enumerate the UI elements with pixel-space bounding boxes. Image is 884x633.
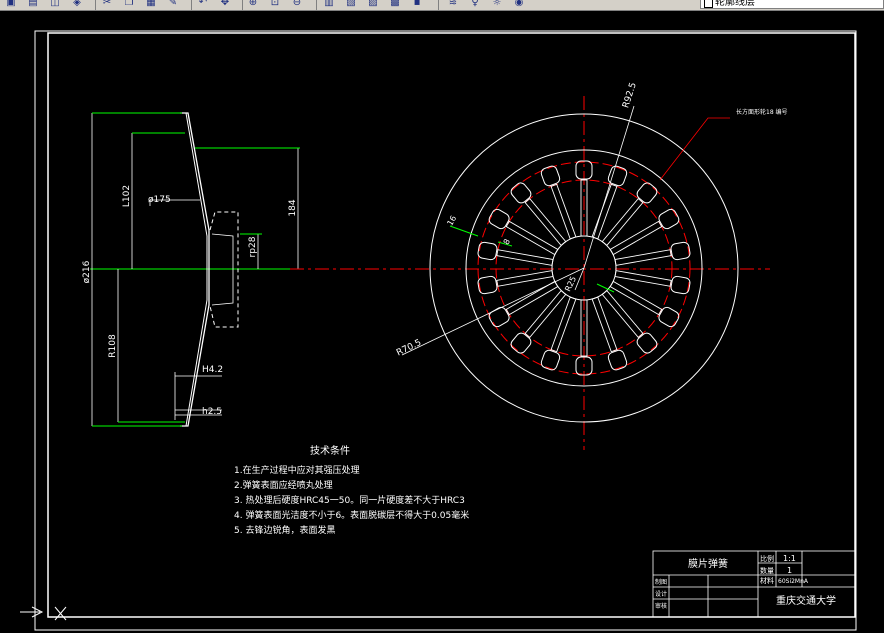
design-label: 设计: [655, 590, 667, 598]
spring-finger-slot: [614, 241, 691, 266]
match-properties-icon[interactable]: ✎: [166, 0, 180, 9]
spring-finger-slot: [540, 296, 577, 371]
markup-icon[interactable]: ▩: [388, 0, 402, 9]
publish-icon[interactable]: ◈: [70, 0, 84, 9]
spring-finger-slot: [575, 299, 593, 376]
layer-on-icon[interactable]: ♀: [468, 0, 482, 9]
ucs-icon: [20, 606, 67, 621]
properties-icon[interactable]: ▥: [322, 0, 336, 9]
calculator-icon[interactable]: ▪: [410, 0, 424, 9]
title-block-text: 膜片弹簧 比例 1:1 数量 1 材料 60Si2MnA 制图 设计 审核 重庆…: [655, 554, 836, 610]
dim-rp28: rp28: [248, 236, 258, 257]
school-name: 重庆交通大学: [776, 594, 836, 607]
dim-184: 184: [288, 199, 298, 216]
layer-name: 轮廓线层: [715, 0, 755, 8]
leader-note: 长方面形轮18 编号: [736, 108, 788, 116]
layer-freeze-icon[interactable]: ☼: [490, 0, 504, 9]
save-icon[interactable]: ▣: [4, 0, 18, 9]
material-label: 材料: [760, 576, 774, 585]
dim-l102: L102: [122, 185, 132, 207]
spring-finger-slot: [540, 165, 577, 240]
material-value: 60Si2MnA: [778, 578, 809, 585]
qty-value: 1: [787, 566, 792, 575]
scale-value: 1:1: [783, 554, 796, 563]
inner-frame: [47, 32, 856, 618]
scale-label: 比例: [760, 554, 774, 563]
layer-select[interactable]: 轮廓线层: [700, 0, 884, 9]
spring-finger-slot: [614, 270, 691, 295]
drawn-label: 制图: [655, 578, 667, 586]
front-view: R92.5 R70.5 R25 16 8 长方面形轮18 编号: [290, 81, 788, 450]
spring-finger-slot: [609, 280, 680, 328]
tech-note-1: 1.在生产过程中应对其强压处理: [234, 464, 360, 476]
tech-note-4: 4. 弹簧表面光洁度不小于6。表面脱碳层不得大于0.05毫米: [234, 509, 469, 521]
spring-finger-slot: [591, 165, 628, 240]
part-name: 膜片弹簧: [688, 557, 728, 570]
drawing-canvas[interactable]: ø216 L102 ø175 R108 184 rp28 H4.2 h2.5 R…: [0, 10, 884, 633]
layer-color-swatch: [704, 0, 713, 8]
print-icon[interactable]: ▤: [26, 0, 40, 9]
dim-8: 8: [502, 237, 512, 246]
design-center-icon[interactable]: ▧: [344, 0, 358, 9]
dim-r705: R70.5: [395, 338, 423, 359]
dim-r25: R25: [563, 275, 578, 293]
preview-icon[interactable]: ◫: [48, 0, 62, 9]
toolbar-separator: [191, 0, 192, 10]
spring-finger-slot: [591, 296, 628, 371]
undo-icon[interactable]: ↶: [196, 0, 210, 9]
layer-lock-icon[interactable]: ◉: [512, 0, 526, 9]
dim-h25: h2.5: [202, 407, 222, 417]
toolbar-separator: [242, 0, 243, 10]
layer-manager-icon[interactable]: ≋: [446, 0, 460, 9]
tool-palette-icon[interactable]: ▨: [366, 0, 380, 9]
section-view: ø216 L102 ø175 R108 184 rp28 H4.2 h2.5: [82, 112, 300, 427]
technical-notes: 技术条件 1.在生产过程中应对其强压处理 2.弹簧表面应经喷丸处理 3. 热处理…: [234, 444, 469, 536]
cut-icon[interactable]: ✂: [100, 0, 114, 9]
dim-r925: R92.5: [621, 81, 639, 109]
tech-title: 技术条件: [310, 444, 350, 457]
paste-icon[interactable]: ▦: [144, 0, 158, 9]
dim-d216: ø216: [82, 260, 92, 283]
dim-d175: ø175: [148, 195, 171, 205]
spring-finger-slot: [477, 241, 554, 266]
tech-note-3: 3. 热处理后硬度HRC45一50。同一片硬度差不大于HRC3: [234, 494, 465, 506]
zoom-previous-icon[interactable]: ⊖: [290, 0, 304, 9]
zoom-window-icon[interactable]: ⊡: [268, 0, 282, 9]
copy-icon[interactable]: ❐: [122, 0, 136, 9]
toolbar-separator: [438, 0, 439, 10]
spring-finger-slot: [488, 208, 559, 256]
qty-label: 数量: [760, 566, 774, 575]
title-block: [652, 550, 856, 618]
tech-note-2: 2.弹簧表面应经喷丸处理: [234, 479, 333, 491]
spring-finger-slot: [609, 208, 680, 256]
outer-frame: [34, 30, 857, 631]
toolbar-separator: [316, 0, 317, 10]
dim-r108: R108: [108, 334, 118, 358]
spring-finger-slot: [477, 270, 554, 295]
dim-16: 16: [445, 214, 458, 227]
pan-icon[interactable]: ✥: [218, 0, 232, 9]
review-label: 审核: [655, 602, 667, 610]
dim-h42: H4.2: [202, 365, 223, 375]
tech-note-5: 5. 去锋边锐角，表面发黑: [234, 524, 335, 536]
zoom-realtime-icon[interactable]: ⊕: [246, 0, 260, 9]
toolbar-separator: [95, 0, 96, 10]
